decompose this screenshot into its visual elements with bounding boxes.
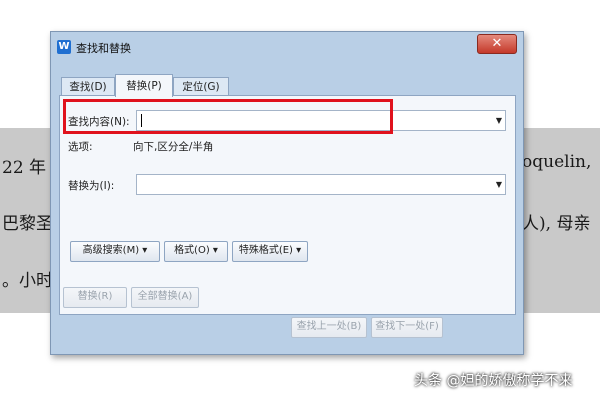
format-button[interactable]: 格式(O) ▾ xyxy=(164,241,228,262)
doc-text-line2-right: 人), 母亲 xyxy=(522,214,591,234)
find-replace-dialog: W 查找和替换 ✕ 查找(D) 替换(P) 定位(G) 查找内容(N): ▼ 选… xyxy=(50,31,524,355)
doc-text-line2-left: 巴黎圣 xyxy=(2,214,53,234)
dialog-title: 查找和替换 xyxy=(76,42,131,55)
find-dropdown-arrow-icon[interactable]: ▼ xyxy=(496,116,502,125)
special-format-button[interactable]: 特殊格式(E) ▾ xyxy=(232,241,308,262)
replace-button[interactable]: 替换(R) xyxy=(63,287,127,308)
doc-text-line1-left: 22 年 xyxy=(2,158,47,178)
tab-replace[interactable]: 替换(P) xyxy=(115,74,173,97)
options-value: 向下,区分全/半角 xyxy=(133,141,214,153)
dialog-titlebar[interactable]: W 查找和替换 ✕ xyxy=(51,32,523,62)
tab-find[interactable]: 查找(D) xyxy=(61,77,115,96)
find-previous-button[interactable]: 查找上一处(B) xyxy=(291,317,367,338)
tab-goto[interactable]: 定位(G) xyxy=(173,77,229,96)
advanced-search-button[interactable]: 高级搜索(M) ▾ xyxy=(70,241,160,262)
replace-label: 替换为(I): xyxy=(68,180,115,192)
close-button[interactable]: ✕ xyxy=(477,34,517,54)
find-next-button[interactable]: 查找下一处(F) xyxy=(371,317,443,338)
wps-logo-icon: W xyxy=(57,40,71,54)
replace-dropdown-arrow-icon[interactable]: ▼ xyxy=(496,180,502,189)
options-label: 选项: xyxy=(68,141,93,153)
replace-input[interactable]: ▼ xyxy=(136,174,506,195)
annotation-highlight-box xyxy=(63,99,393,134)
doc-text-line3-left: 。小时 xyxy=(2,271,53,291)
watermark-text: 头条 @妲的娇傲称学不来 xyxy=(414,373,573,389)
replace-all-button[interactable]: 全部替换(A) xyxy=(131,287,199,308)
doc-text-line1-right: oquelin, xyxy=(522,152,592,172)
